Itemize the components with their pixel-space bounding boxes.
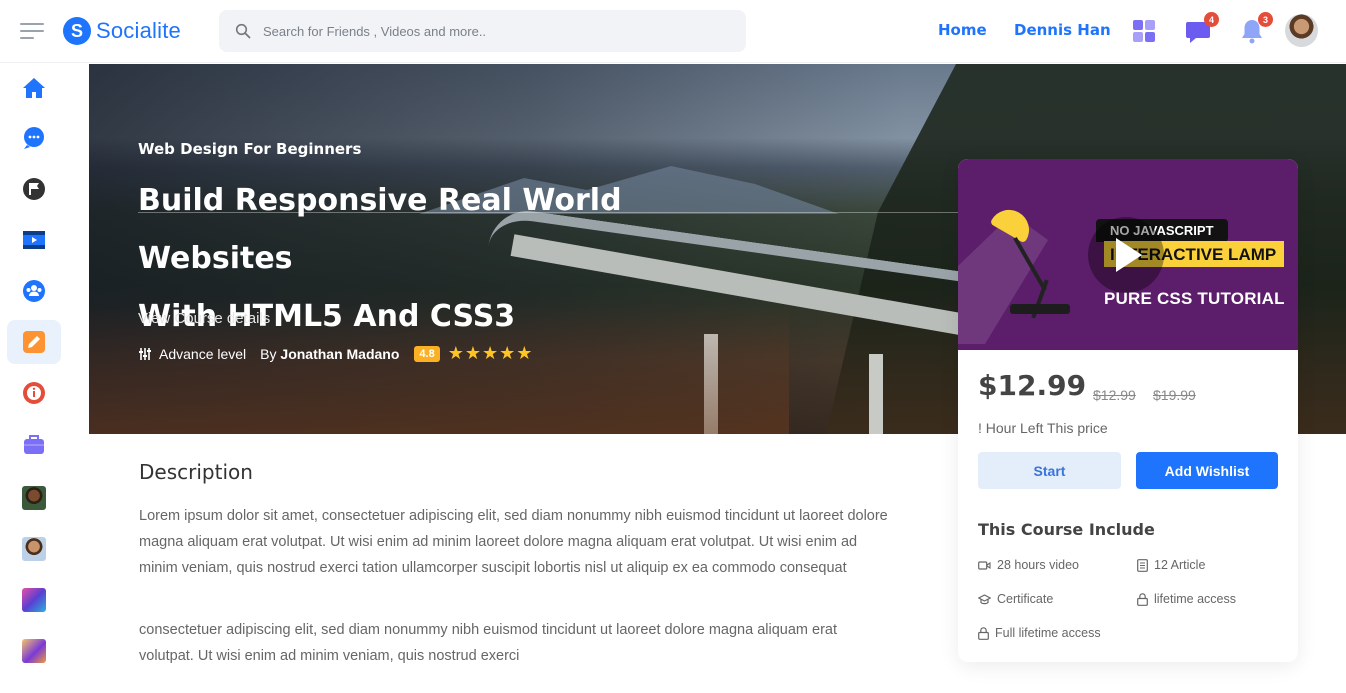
course-level: Advance level	[159, 345, 247, 362]
sliders-icon	[139, 347, 151, 360]
alerts-count-badge: 3	[1258, 12, 1273, 27]
old-price-2: $19.99	[1153, 387, 1196, 403]
current-price: $12.99	[978, 369, 1087, 402]
edit-icon	[23, 331, 45, 353]
course-category: Web Design For Beginners	[138, 140, 362, 158]
sidebar-item-groups[interactable]	[7, 269, 61, 313]
start-button[interactable]: Start	[978, 452, 1121, 489]
course-author: By Jonathan Madano	[260, 345, 400, 362]
contact-avatar	[22, 537, 46, 561]
sidebar-contact-3[interactable]	[7, 578, 61, 622]
logo-text: Socialite	[96, 18, 181, 43]
contact-avatar	[22, 588, 46, 612]
chat-icon	[24, 127, 44, 149]
description-paragraph-2: consectetuer adipiscing elit, sed diam n…	[139, 622, 838, 664]
sidebar-item-pages[interactable]	[7, 167, 61, 211]
search-icon	[235, 23, 251, 39]
menu-icon[interactable]	[20, 23, 44, 41]
rating-badge: 4.8	[414, 345, 440, 362]
bell-icon[interactable]: 3	[1239, 12, 1273, 44]
star-rating: ★★★★★	[447, 343, 534, 363]
certificate-icon	[978, 593, 991, 604]
hours-left-note: ! Hour Left This price	[978, 420, 1108, 436]
sidebar-item-chat[interactable]	[7, 116, 61, 160]
flag-icon	[23, 178, 45, 200]
lock-icon	[1137, 592, 1148, 606]
sidebar-contact-4[interactable]	[7, 629, 61, 673]
sidebar-item-jobs[interactable]	[7, 422, 61, 466]
description-heading: Description	[139, 460, 253, 484]
group-icon	[23, 280, 45, 302]
feature-lifetime-access: lifetime access	[1137, 592, 1236, 606]
logo-badge: S	[63, 17, 91, 45]
contact-avatar	[22, 486, 46, 510]
messages-icon[interactable]: 4	[1185, 12, 1219, 44]
feature-articles: 12 Article	[1137, 558, 1205, 572]
messages-count-badge: 4	[1204, 12, 1219, 27]
video-camera-icon	[978, 560, 991, 570]
top-header: S Socialite Home Dennis Han 4 3	[0, 0, 1346, 63]
course-include-heading: This Course Include	[978, 520, 1155, 539]
course-video-thumbnail[interactable]: NO JAVASCRIPT INTERACTIVE LAMP PURE CSS …	[958, 159, 1298, 350]
add-wishlist-button[interactable]: Add Wishlist	[1136, 452, 1278, 489]
sidebar-contact-1[interactable]	[7, 476, 61, 520]
sidebar-item-courses[interactable]	[7, 320, 61, 364]
contact-avatar	[22, 639, 46, 663]
search-input[interactable]	[263, 23, 723, 39]
sidebar-item-info[interactable]	[7, 371, 61, 415]
nav-home-link[interactable]: Home	[938, 21, 987, 39]
course-meta: Advance level By Jonathan Madano 4.8 ★★★…	[138, 343, 533, 364]
sidebar-item-home[interactable]	[7, 66, 61, 110]
level-info: Advance level	[138, 346, 246, 362]
briefcase-icon	[24, 435, 44, 454]
logo[interactable]: S Socialite	[63, 17, 181, 45]
lock-icon	[978, 626, 989, 640]
course-purchase-card: NO JAVASCRIPT INTERACTIVE LAMP PURE CSS …	[958, 159, 1298, 662]
video-icon	[23, 231, 45, 249]
view-course-details-link[interactable]: View Course details	[138, 310, 270, 327]
play-button-icon[interactable]	[1088, 217, 1164, 293]
old-price-1: $12.99	[1093, 387, 1136, 403]
sidebar-item-videos[interactable]	[7, 218, 61, 262]
feature-certificate: Certificate	[978, 592, 1053, 606]
left-sidebar	[0, 63, 70, 693]
info-icon	[23, 382, 45, 404]
search-bar[interactable]	[219, 10, 746, 52]
course-title-line1: Build Responsive Real World Websites	[138, 183, 622, 276]
nav-user-link[interactable]: Dennis Han	[1014, 21, 1111, 39]
home-icon	[23, 78, 45, 98]
description-paragraph-1: Lorem ipsum dolor sit amet, consectetuer…	[139, 508, 888, 576]
sidebar-contact-2[interactable]	[7, 527, 61, 571]
user-avatar[interactable]	[1285, 14, 1318, 47]
feature-full-lifetime-access: Full lifetime access	[978, 626, 1101, 640]
article-icon	[1137, 558, 1148, 572]
feature-video-hours: 28 hours video	[978, 558, 1079, 572]
apps-grid-icon[interactable]	[1131, 18, 1157, 44]
